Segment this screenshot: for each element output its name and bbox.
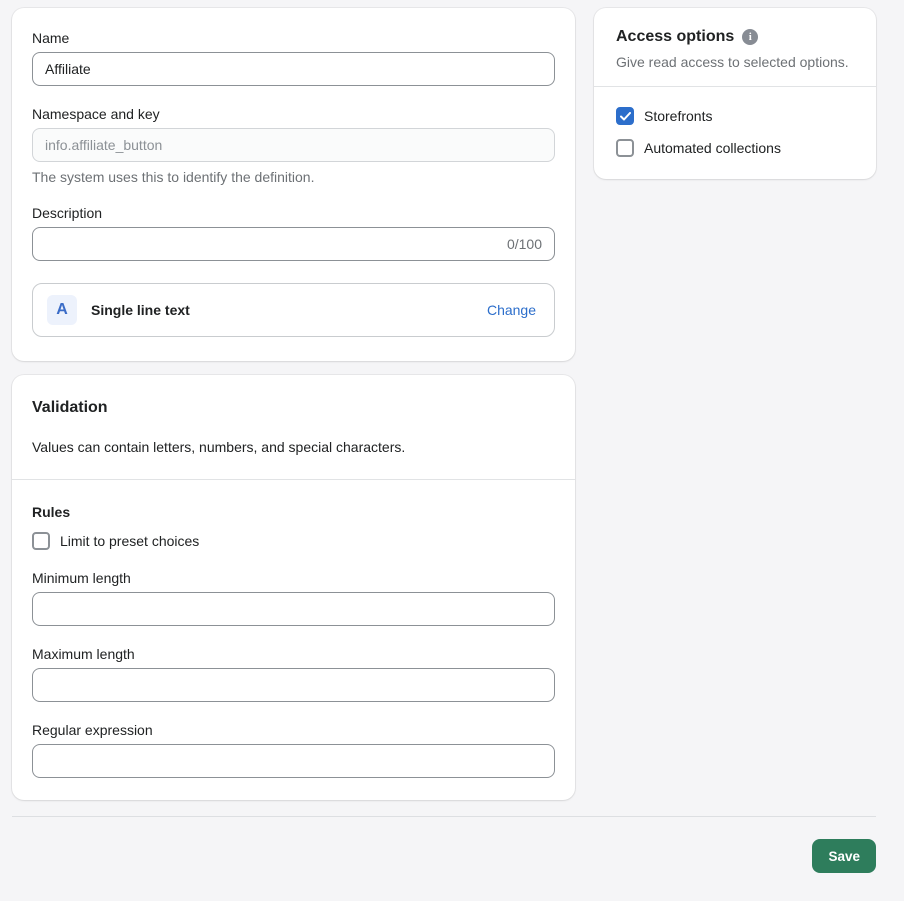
min-length-input[interactable] xyxy=(32,592,555,626)
checkbox-icon[interactable] xyxy=(616,107,634,125)
left-column: Name Namespace and key The system uses t… xyxy=(12,8,575,800)
single-line-text-icon: A xyxy=(47,295,77,325)
validation-subtitle: Values can contain letters, numbers, and… xyxy=(32,439,406,455)
preset-choices-label: Limit to preset choices xyxy=(60,533,200,549)
automated-collections-label: Automated collections xyxy=(644,140,781,156)
max-length-input[interactable] xyxy=(32,668,555,702)
access-options-subtitle: Give read access to selected options. xyxy=(616,54,849,70)
name-input[interactable] xyxy=(32,52,555,86)
max-length-label: Maximum length xyxy=(32,646,135,662)
min-length-field-group: Minimum length xyxy=(32,570,555,626)
namespace-label: Namespace and key xyxy=(32,106,160,122)
preset-choices-checkbox-row[interactable]: Limit to preset choices xyxy=(32,532,555,550)
access-options-card: Access options i Give read access to sel… xyxy=(594,8,876,179)
validation-body: Rules Limit to preset choices Minimum le… xyxy=(12,504,575,778)
access-options-title: Access options xyxy=(616,28,735,45)
footer-actions: Save xyxy=(12,839,876,873)
validation-card: Validation Values can contain letters, n… xyxy=(12,375,575,800)
change-type-link[interactable]: Change xyxy=(487,302,536,318)
regex-label: Regular expression xyxy=(32,722,153,738)
rules-label: Rules xyxy=(32,504,71,520)
storefronts-checkbox-row[interactable]: Storefronts xyxy=(616,107,854,125)
min-length-label: Minimum length xyxy=(32,570,131,586)
storefronts-label: Storefronts xyxy=(644,108,713,124)
footer-divider xyxy=(12,816,876,817)
regex-field-group: Regular expression xyxy=(32,722,555,778)
name-field-group: Name xyxy=(32,30,555,86)
automated-collections-checkbox-row[interactable]: Automated collections xyxy=(616,139,854,157)
character-counter: 0/100 xyxy=(506,236,542,252)
validation-title: Validation xyxy=(32,399,108,416)
name-label: Name xyxy=(32,30,70,46)
regex-input[interactable] xyxy=(32,744,555,778)
description-label: Description xyxy=(32,205,103,221)
description-input[interactable] xyxy=(45,236,507,252)
definition-card: Name Namespace and key The system uses t… xyxy=(12,8,575,361)
description-field-group: Description 0/100 xyxy=(32,205,555,261)
description-input-wrap: 0/100 xyxy=(32,227,555,261)
info-icon[interactable]: i xyxy=(742,29,759,45)
page-layout: Name Namespace and key The system uses t… xyxy=(0,0,876,800)
checkbox-icon[interactable] xyxy=(32,532,50,550)
content-type-label: Single line text xyxy=(91,302,190,318)
namespace-field-group: Namespace and key The system uses this t… xyxy=(32,106,555,185)
namespace-input[interactable] xyxy=(32,128,555,162)
checkmark-icon xyxy=(619,111,631,120)
checkbox-icon[interactable] xyxy=(616,139,634,157)
validation-divider xyxy=(12,479,575,480)
access-options-list: Storefronts Automated collections xyxy=(594,87,876,157)
content-type-box: A Single line text Change xyxy=(32,283,555,337)
validation-header: Validation Values can contain letters, n… xyxy=(12,399,575,455)
save-button[interactable]: Save xyxy=(812,839,876,873)
access-header: Access options i Give read access to sel… xyxy=(594,28,876,70)
max-length-field-group: Maximum length xyxy=(32,646,555,702)
namespace-help-text: The system uses this to identify the def… xyxy=(32,169,315,185)
